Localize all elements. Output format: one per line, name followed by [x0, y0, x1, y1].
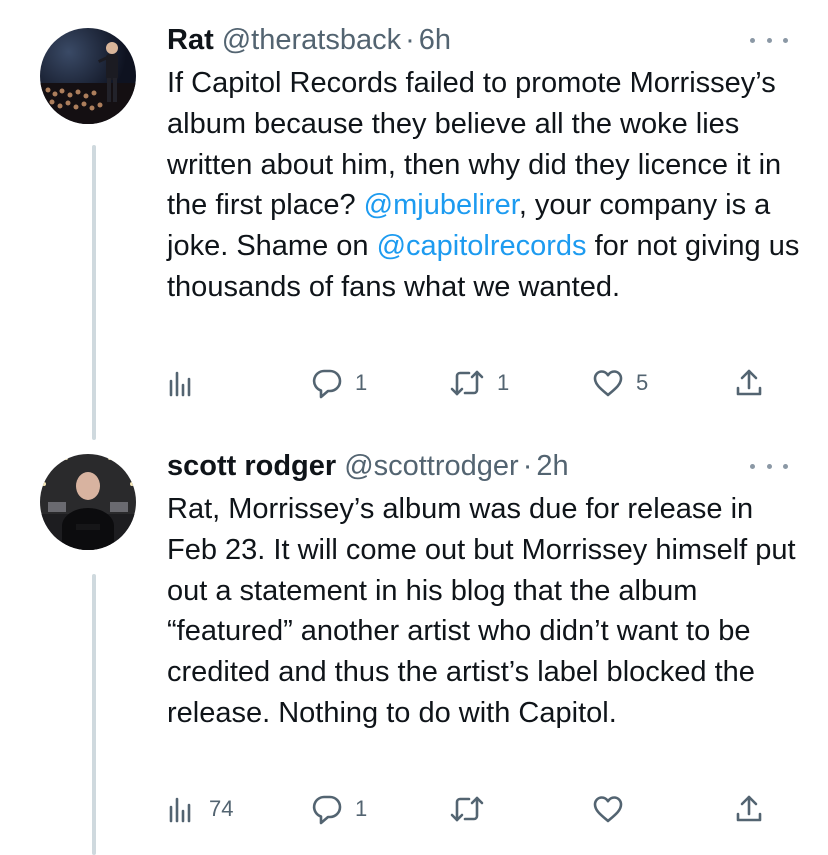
action-bar: 1 1 5 [167, 365, 787, 401]
retweet-button[interactable]: 1 [449, 365, 509, 401]
views-button[interactable]: 74 [167, 791, 233, 827]
timestamp[interactable]: 2h [536, 450, 568, 483]
avatar[interactable] [40, 454, 136, 550]
views-button[interactable] [167, 365, 209, 401]
share-icon [736, 795, 762, 822]
tweet-header: Rat @theratsback · 6h [167, 20, 451, 60]
tweet-header: scott rodger @scottrodger · 2h [167, 446, 569, 486]
more-icon[interactable] [750, 456, 788, 476]
tweet[interactable]: scott rodger @scottrodger · 2h Rat, Morr… [0, 446, 828, 855]
share-icon [736, 369, 762, 396]
like-button[interactable] [592, 791, 636, 827]
display-name[interactable]: Rat [167, 24, 214, 57]
share-button[interactable] [735, 791, 763, 827]
reply-icon [312, 369, 342, 399]
user-handle[interactable]: @theratsback [222, 24, 401, 57]
reply-count: 1 [355, 796, 368, 821]
separator-dot: · [522, 449, 533, 482]
tweet-text: If Capitol Records failed to promote Mor… [167, 63, 807, 308]
retweet-icon [450, 796, 484, 822]
mention-link[interactable]: @mjubelirer [364, 189, 519, 221]
retweet-count: 1 [497, 370, 510, 395]
tweet-text: Rat, Morrissey’s album was due for relea… [167, 489, 807, 734]
heart-icon [593, 796, 623, 823]
more-icon[interactable] [750, 30, 788, 50]
tweet[interactable]: Rat @theratsback · 6h If Capitol Records… [0, 20, 828, 440]
timestamp[interactable]: 6h [419, 24, 451, 57]
user-handle[interactable]: @scottrodger [344, 450, 519, 483]
reply-count: 1 [355, 370, 368, 395]
retweet-button[interactable] [449, 791, 497, 827]
like-count: 5 [636, 370, 649, 395]
retweet-icon [450, 370, 484, 396]
display-name[interactable]: scott rodger [167, 450, 336, 483]
analytics-icon [169, 797, 191, 823]
text-segment: Rat, Morrissey’s album was due for relea… [167, 493, 796, 729]
mention-link[interactable]: @capitolrecords [377, 230, 587, 262]
heart-icon [593, 370, 623, 397]
views-count: 74 [209, 796, 234, 821]
analytics-icon [169, 371, 191, 397]
reply-button[interactable]: 1 [311, 365, 367, 401]
like-button[interactable]: 5 [592, 365, 648, 401]
action-bar: 74 1 [167, 791, 787, 827]
reply-button[interactable]: 1 [311, 791, 367, 827]
reply-icon [312, 795, 342, 825]
avatar[interactable] [40, 28, 136, 124]
separator-dot: · [405, 23, 415, 56]
share-button[interactable] [735, 365, 763, 401]
